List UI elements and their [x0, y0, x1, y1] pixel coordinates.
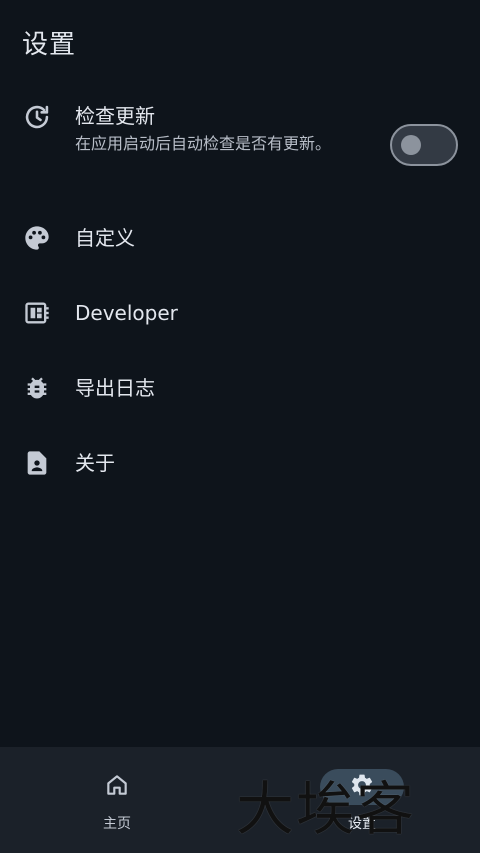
setting-about[interactable]: 关于: [0, 425, 480, 500]
setting-check-update[interactable]: 检查更新 在应用启动后自动检查是否有更新。: [0, 102, 480, 202]
auto-update-toggle[interactable]: [390, 124, 458, 166]
setting-subtitle: 在应用启动后自动检查是否有更新。: [75, 134, 332, 153]
home-icon: [104, 772, 130, 802]
page-title: 设置: [22, 30, 77, 60]
setting-title: 导出日志: [75, 375, 155, 400]
nav-icon-container: [320, 769, 404, 805]
nav-home[interactable]: 主页: [57, 769, 177, 833]
nav-settings[interactable]: 设置: [302, 769, 422, 833]
setting-title: 关于: [75, 450, 115, 475]
setting-title: Developer: [75, 300, 178, 325]
developer-board-icon: [22, 298, 52, 328]
setting-customize[interactable]: 自定义: [0, 200, 480, 275]
setting-title: 自定义: [75, 225, 135, 250]
bug-icon: [22, 373, 52, 403]
nav-label: 设置: [348, 816, 376, 832]
setting-developer[interactable]: Developer: [0, 275, 480, 350]
nav-label: 主页: [103, 816, 131, 832]
setting-export-log[interactable]: 导出日志: [0, 350, 480, 425]
bottom-navigation: 主页 设置: [0, 747, 480, 853]
toggle-knob: [401, 135, 421, 155]
update-clock-icon: [22, 102, 52, 132]
gear-icon: [349, 772, 375, 802]
contact-document-icon: [22, 448, 52, 478]
palette-icon: [22, 223, 52, 253]
settings-screen: 设置 检查更新 在应用启动后自动检查是否有更新。 自定义 Developer 导…: [0, 0, 480, 853]
setting-title: 检查更新: [75, 104, 155, 128]
settings-list: 检查更新 在应用启动后自动检查是否有更新。 自定义 Developer 导出日志…: [0, 90, 480, 500]
nav-icon-container: [75, 769, 159, 805]
